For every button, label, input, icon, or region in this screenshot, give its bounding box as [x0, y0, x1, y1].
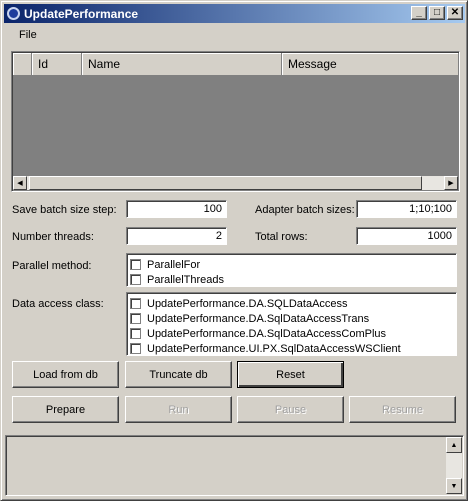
prepare-button[interactable]: Prepare: [12, 396, 119, 423]
data-access-option[interactable]: UpdatePerformance.UI.PX.SqlDataAccessWSC…: [130, 341, 456, 356]
reset-button[interactable]: Reset: [237, 361, 344, 388]
data-access-option[interactable]: UpdatePerformance.DA.SqlDataAccessComPlu…: [130, 326, 456, 341]
column-header-message[interactable]: Message: [282, 53, 458, 76]
results-grid[interactable]: Id Name Message ◀ ▶: [11, 51, 460, 192]
column-header-name[interactable]: Name: [82, 53, 282, 76]
resume-button[interactable]: Resume: [349, 396, 456, 423]
threads-label: Number threads:: [12, 231, 94, 243]
total-rows-input[interactable]: 1000: [356, 227, 457, 245]
main-window: UpdatePerformance _ □ ✕ File Id Name Mes…: [0, 0, 468, 501]
pause-button[interactable]: Pause: [237, 396, 344, 423]
data-access-label: Data access class:: [12, 298, 104, 310]
parallel-method-list: ParallelFor ParallelThreads: [126, 253, 457, 287]
data-access-option[interactable]: UpdatePerformance.DA.SQLDataAccess: [130, 296, 456, 311]
title-bar[interactable]: UpdatePerformance _ □ ✕: [4, 4, 465, 23]
parallel-method-label: Parallel method:: [12, 260, 92, 272]
checkbox[interactable]: [130, 343, 141, 354]
menu-file[interactable]: File: [4, 29, 44, 41]
truncate-db-button[interactable]: Truncate db: [125, 361, 232, 388]
checkbox[interactable]: [130, 298, 141, 309]
data-access-list: UpdatePerformance.DA.SQLDataAccess Updat…: [126, 292, 457, 356]
minimize-button[interactable]: _: [411, 6, 427, 20]
threads-input[interactable]: 2: [126, 227, 227, 245]
column-header-id[interactable]: Id: [32, 53, 82, 76]
checkbox[interactable]: [130, 259, 141, 270]
row-selector-header[interactable]: [13, 53, 32, 76]
scroll-up-icon[interactable]: ▲: [446, 437, 462, 453]
adapter-batch-label: Adapter batch sizes:: [255, 204, 355, 216]
run-button[interactable]: Run: [125, 396, 232, 423]
load-from-db-button[interactable]: Load from db: [12, 361, 119, 388]
checkbox[interactable]: [130, 313, 141, 324]
data-access-option[interactable]: UpdatePerformance.DA.SqlDataAccessTrans: [130, 311, 456, 326]
scroll-down-icon[interactable]: ▼: [446, 478, 462, 494]
scroll-thumb[interactable]: [29, 176, 422, 190]
scroll-right-icon[interactable]: ▶: [444, 176, 458, 190]
window-title: UpdatePerformance: [24, 6, 139, 21]
window-controls: _ □ ✕: [409, 6, 463, 20]
save-batch-label: Save batch size step:: [12, 204, 117, 216]
scroll-left-icon[interactable]: ◀: [13, 176, 27, 190]
close-button[interactable]: ✕: [447, 6, 463, 20]
menu-bar: File: [4, 25, 465, 45]
grid-header: Id Name Message: [13, 53, 458, 76]
parallel-option-for[interactable]: ParallelFor: [130, 257, 456, 272]
log-output[interactable]: ▲ ▼: [5, 435, 464, 496]
adapter-batch-input[interactable]: 1;10;100: [356, 200, 457, 218]
maximize-button[interactable]: □: [429, 6, 445, 20]
checkbox[interactable]: [130, 274, 141, 285]
log-vertical-scrollbar[interactable]: ▲ ▼: [446, 437, 462, 494]
checkbox[interactable]: [130, 328, 141, 339]
parallel-option-threads[interactable]: ParallelThreads: [130, 272, 456, 287]
save-batch-input[interactable]: 100: [126, 200, 227, 218]
grid-horizontal-scrollbar[interactable]: ◀ ▶: [13, 176, 458, 190]
scroll-track[interactable]: [424, 176, 444, 190]
app-icon: [7, 7, 20, 20]
total-rows-label: Total rows:: [255, 231, 308, 243]
